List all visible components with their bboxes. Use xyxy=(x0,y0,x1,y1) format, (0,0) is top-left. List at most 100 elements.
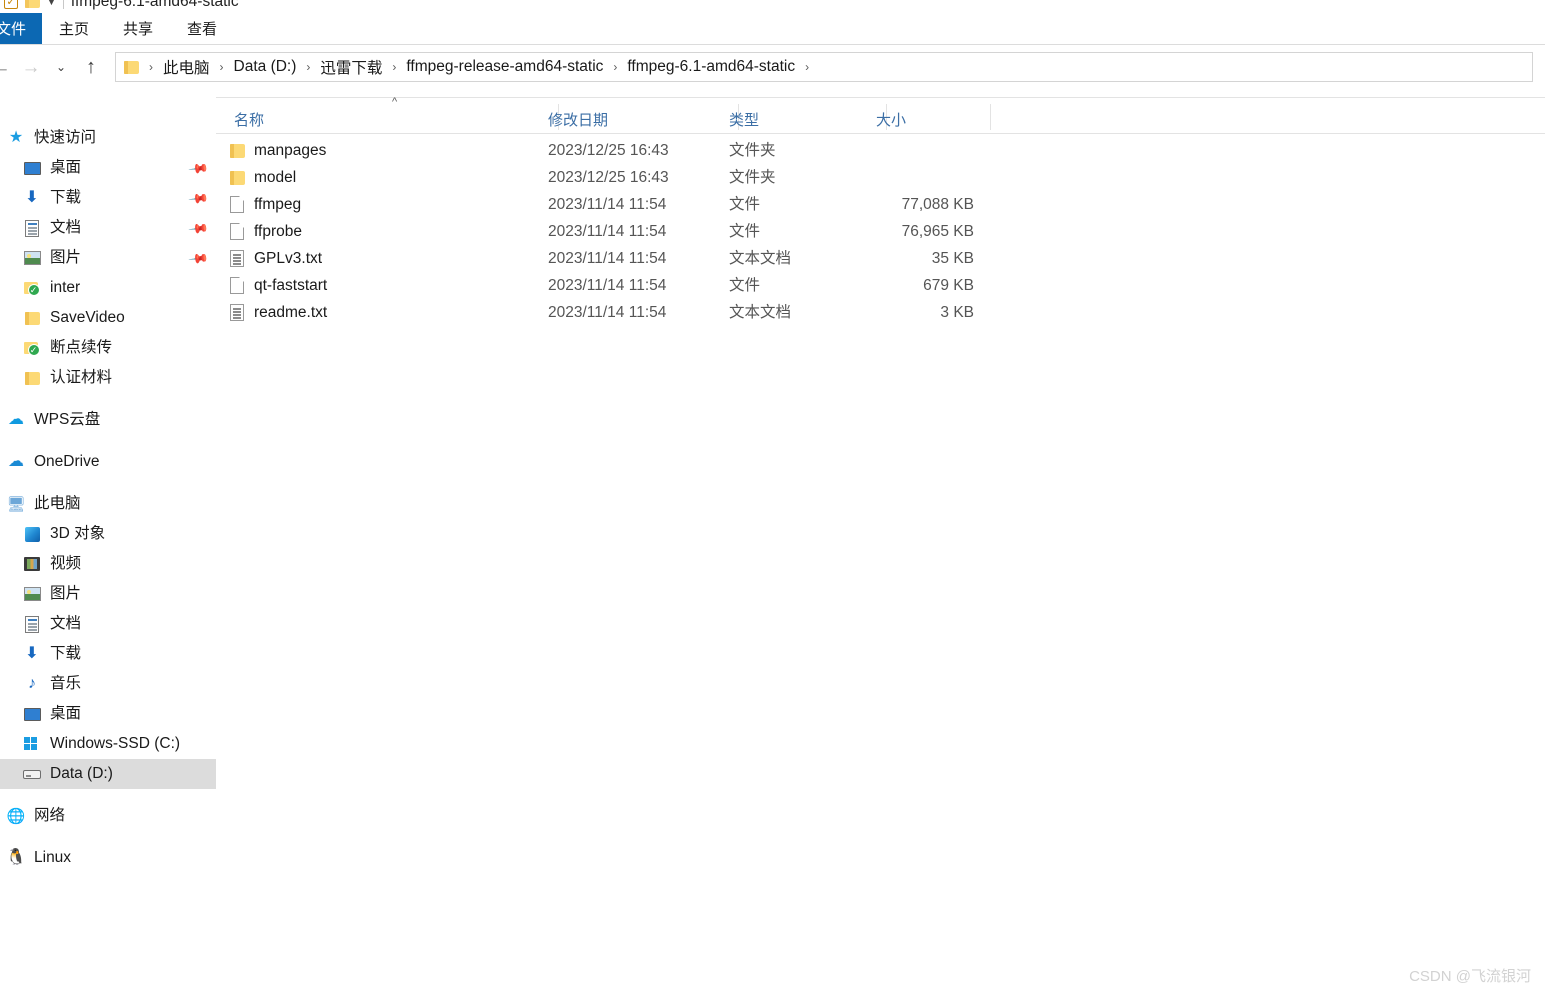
address-bar[interactable]: › 此电脑 › Data (D:) › 迅雷下载 › ffmpeg-releas… xyxy=(115,52,1533,82)
tab-home[interactable]: 主页 xyxy=(42,13,106,44)
sidebar-item-桌面[interactable]: 桌面 📌 xyxy=(0,153,216,183)
column-header-name[interactable]: 名称 xyxy=(234,109,264,130)
sidebar-item-视频[interactable]: 视频 xyxy=(0,549,216,579)
breadcrumb-item-0[interactable]: 此电脑 xyxy=(159,54,214,80)
breadcrumb-separator: › xyxy=(613,60,618,74)
pin-icon[interactable]: 📌 xyxy=(188,248,210,270)
sidebar-item-文档[interactable]: 文档 xyxy=(0,609,216,639)
cell-name: GPLv3.txt xyxy=(254,250,323,267)
sidebar-item-认证材料[interactable]: 认证材料 xyxy=(0,363,216,393)
sidebar-item-OneDrive[interactable]: ☁ OneDrive xyxy=(0,447,216,477)
sidebar-item-网络[interactable]: 🌐 网络 xyxy=(0,801,216,831)
cell-date: 2023/11/14 11:54 xyxy=(548,304,667,321)
picture-icon xyxy=(22,585,42,603)
back-button[interactable]: ← xyxy=(0,52,16,82)
sidebar-item-inter[interactable]: ✓ inter xyxy=(0,273,216,303)
cell-date: 2023/12/25 16:43 xyxy=(548,169,669,186)
breadcrumb-item-4[interactable]: ffmpeg-6.1-amd64-static xyxy=(623,56,799,78)
sidebar-item-label: Linux xyxy=(34,849,72,867)
breadcrumb-separator: › xyxy=(392,60,397,74)
pin-icon[interactable]: 📌 xyxy=(188,188,210,210)
folder-icon xyxy=(22,309,42,327)
divider xyxy=(62,0,64,9)
cell-size: 35 KB xyxy=(931,250,974,267)
cell-size: 3 KB xyxy=(940,304,974,321)
sidebar-item-Linux[interactable]: 🐧 Linux xyxy=(0,843,216,873)
sidebar-item-下载[interactable]: ⬇ 下载 📌 xyxy=(0,183,216,213)
sidebar-group-spacer xyxy=(0,435,216,447)
sidebar-item-label: 桌面 xyxy=(50,159,82,177)
table-row[interactable]: GPLv3.txt 2023/11/14 11:54 文本文档 35 KB xyxy=(216,246,1545,273)
sidebar-item-label: SaveVideo xyxy=(50,309,125,327)
sidebar-item-此电脑[interactable]: 🖥 此电脑 xyxy=(0,489,216,519)
column-header-size[interactable]: 大小 xyxy=(876,109,906,130)
sidebar-item-Data (D:)[interactable]: Data (D:) xyxy=(0,759,216,789)
breadcrumb-item-1[interactable]: Data (D:) xyxy=(230,56,301,78)
cell-type: 文件 xyxy=(729,196,761,213)
table-row[interactable]: readme.txt 2023/11/14 11:54 文本文档 3 KB xyxy=(216,300,1545,327)
download-icon: ⬇ xyxy=(25,189,39,206)
sidebar-item-图片[interactable]: 图片 📌 xyxy=(0,243,216,273)
network-icon: 🌐 xyxy=(6,807,26,825)
pin-icon[interactable]: 📌 xyxy=(188,218,210,240)
sidebar-item-断点续传[interactable]: ✓ 断点续传 xyxy=(0,333,216,363)
cell-type: 文本文档 xyxy=(729,304,792,321)
cell-size: 76,965 KB xyxy=(901,223,974,240)
sidebar-item-音乐[interactable]: ♪ 音乐 xyxy=(0,669,216,699)
table-row[interactable]: qt-faststart 2023/11/14 11:54 文件 679 KB xyxy=(216,273,1545,300)
navigation-bar: ← → ⌄ ↑ › 此电脑 › Data (D:) › 迅雷下载 › ffmpe… xyxy=(0,45,1545,89)
column-header-type[interactable]: 类型 xyxy=(729,109,759,130)
cell-date: 2023/11/14 11:54 xyxy=(548,196,667,213)
sidebar-item-快速访问[interactable]: ★ 快速访问 xyxy=(0,123,216,153)
file-icon xyxy=(230,223,248,241)
table-row[interactable]: ffprobe 2023/11/14 11:54 文件 76,965 KB xyxy=(216,219,1545,246)
breadcrumb-separator: › xyxy=(149,60,153,74)
column-divider[interactable] xyxy=(990,104,991,130)
folder-icon xyxy=(124,60,139,74)
sidebar-item-Windows-SSD (C:)[interactable]: Windows-SSD (C:) xyxy=(0,729,216,759)
sidebar-item-下载[interactable]: ⬇ 下载 xyxy=(0,639,216,669)
folder-icon[interactable] xyxy=(25,0,40,8)
breadcrumb-item-3[interactable]: ffmpeg-release-amd64-static xyxy=(402,56,607,78)
table-row[interactable]: model 2023/12/25 16:43 文件夹 xyxy=(216,165,1545,192)
cell-type: 文件 xyxy=(729,223,761,240)
breadcrumb-item-2[interactable]: 迅雷下载 xyxy=(316,54,386,80)
cell-size: 679 KB xyxy=(923,277,974,294)
cell-name: manpages xyxy=(254,142,327,159)
sidebar-item-label: 视频 xyxy=(50,555,82,573)
table-row[interactable]: ffmpeg 2023/11/14 11:54 文件 77,088 KB xyxy=(216,192,1545,219)
sidebar-item-SaveVideo[interactable]: SaveVideo xyxy=(0,303,216,333)
up-button[interactable]: ↑ xyxy=(76,52,106,82)
column-headers: ^ 名称 修改日期 类型 大小 xyxy=(216,97,1545,134)
save-icon[interactable]: ✓ xyxy=(4,0,18,9)
tab-file[interactable]: 文件 xyxy=(0,13,42,44)
breadcrumb-separator: › xyxy=(306,60,311,74)
sidebar-item-图片[interactable]: 图片 xyxy=(0,579,216,609)
breadcrumb-separator: › xyxy=(219,60,224,74)
sidebar-item-WPS云盘[interactable]: ☁ WPS云盘 xyxy=(0,405,216,435)
sidebar-item-label: 文档 xyxy=(50,219,82,237)
recent-locations-button[interactable]: ⌄ xyxy=(46,52,76,82)
table-row[interactable]: manpages 2023/12/25 16:43 文件夹 xyxy=(216,138,1545,165)
sidebar-item-label: 断点续传 xyxy=(50,339,113,357)
sidebar-item-label: 下载 xyxy=(50,645,82,663)
sidebar-item-3D 对象[interactable]: 3D 对象 xyxy=(0,519,216,549)
folder-icon xyxy=(22,369,42,387)
sidebar-item-文档[interactable]: 文档 📌 xyxy=(0,213,216,243)
folder-sync-icon: ✓ xyxy=(22,339,42,357)
column-header-date[interactable]: 修改日期 xyxy=(548,109,608,130)
watermark: CSDN @飞流银河 xyxy=(1409,968,1531,985)
pin-icon[interactable]: 📌 xyxy=(188,158,210,180)
tab-share[interactable]: 共享 xyxy=(106,13,170,44)
sidebar-item-桌面[interactable]: 桌面 xyxy=(0,699,216,729)
file-icon xyxy=(230,277,248,295)
ribbon-tabs: 文件 主页 共享 查看 xyxy=(0,13,1545,44)
tab-view[interactable]: 查看 xyxy=(170,13,234,44)
forward-button[interactable]: → xyxy=(16,52,46,82)
sidebar-item-label: WPS云盘 xyxy=(34,411,101,429)
cell-type: 文件 xyxy=(729,277,761,294)
cell-name: model xyxy=(254,169,297,186)
windows-drive-icon xyxy=(22,735,42,753)
chevron-down-icon[interactable]: ▼ xyxy=(47,0,56,7)
sort-ascending-icon: ^ xyxy=(392,96,398,108)
